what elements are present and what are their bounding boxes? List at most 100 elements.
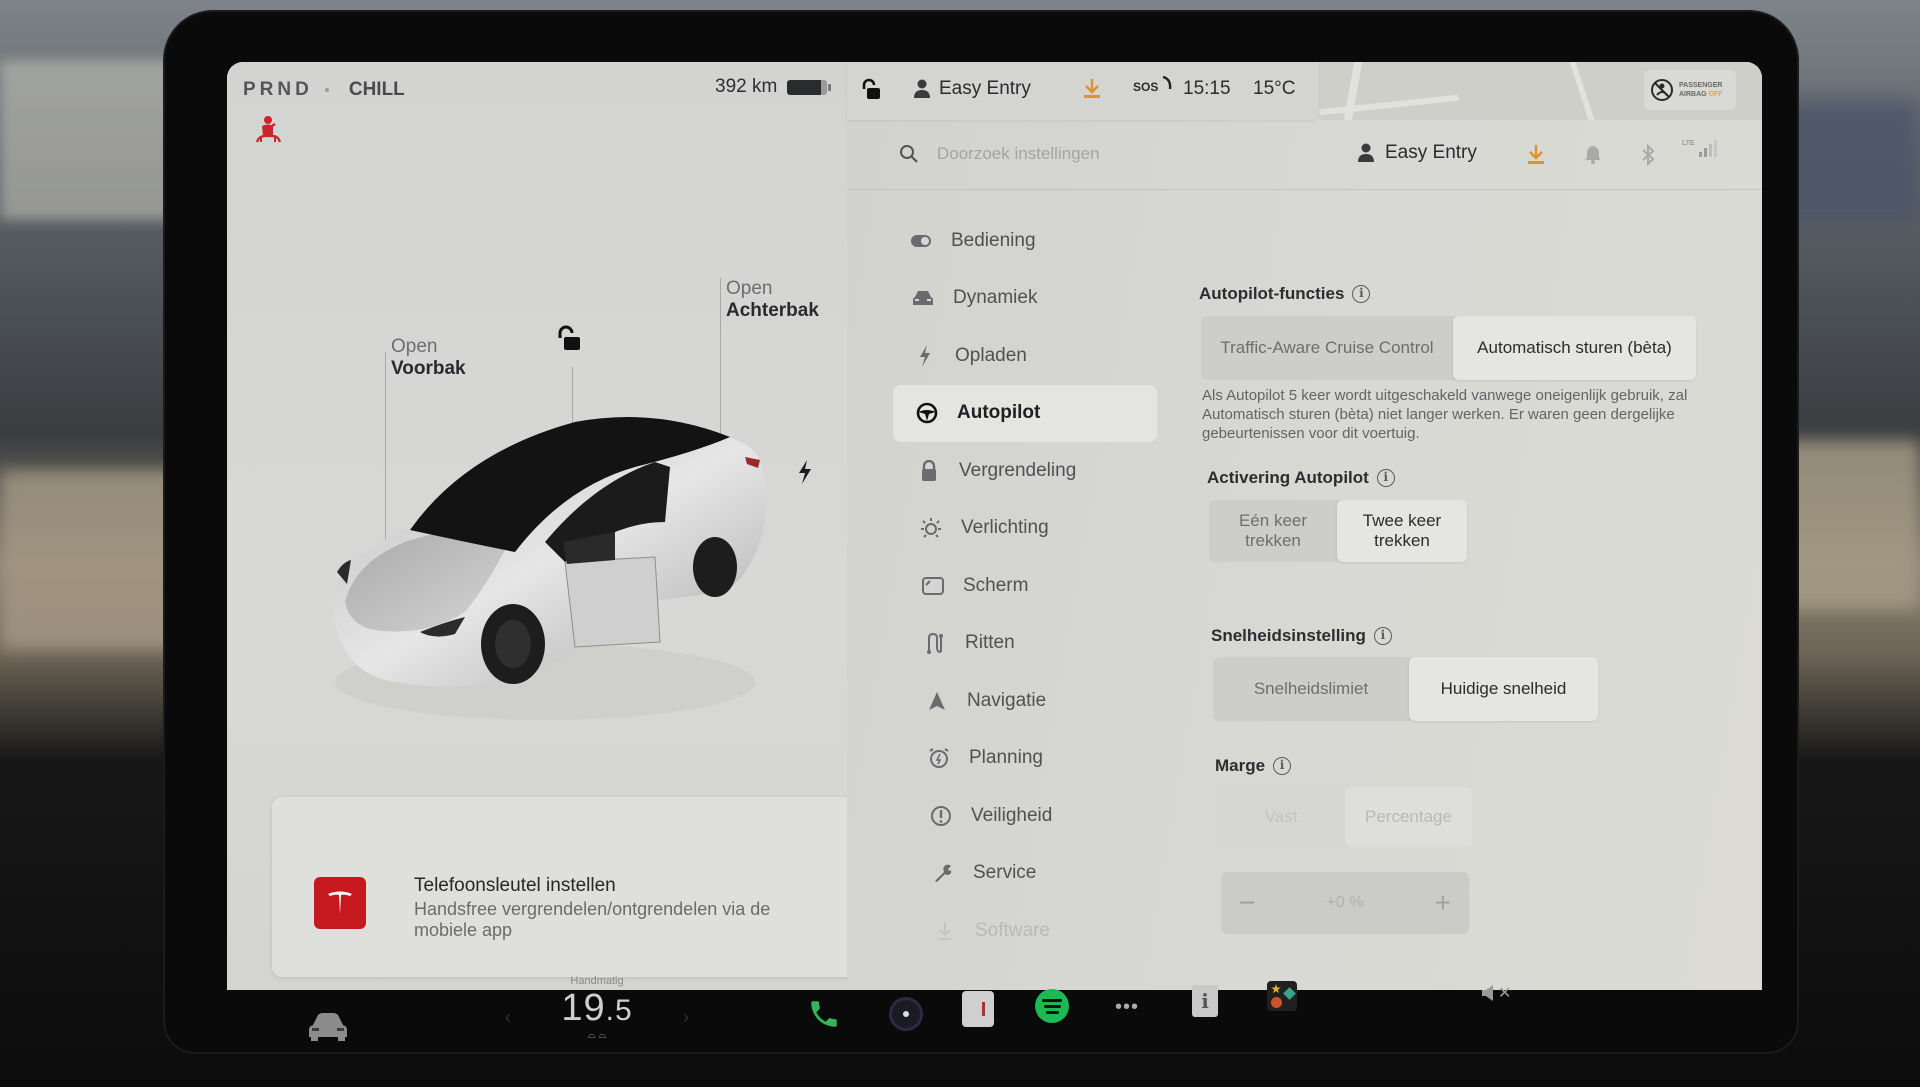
background-dashboard-left [0,470,180,650]
temp-increase-button[interactable]: › [683,1007,689,1028]
settings-header: Easy Entry LTE [847,120,1762,190]
toybox-icon[interactable] [1267,981,1297,1011]
mute-x: ✕ [1498,985,1512,1002]
menu-item-veiligheid[interactable]: Veiligheid [907,787,1157,845]
frunk-label: Voorbak [391,358,466,379]
search-icon [900,145,918,163]
alert-circle-icon [929,804,953,828]
tesla-logo-icon [314,877,366,929]
menu-item-navigatie[interactable]: Navigatie [903,672,1157,730]
profile-name: Easy Entry [939,78,1031,99]
option-traffic-aware-cruise-control[interactable]: Traffic-Aware Cruise Control [1201,316,1453,380]
menu-item-bediening[interactable]: Bediening [887,212,1157,270]
decrement-button[interactable]: − [1239,887,1255,919]
owners-manual-icon[interactable]: i [1192,985,1218,1017]
battery-icon [787,79,832,95]
range-indicator[interactable]: 392 km [715,76,832,98]
sos-button[interactable]: SOS [1133,76,1172,94]
volume-muted-icon[interactable]: ✕ [1482,983,1511,1003]
charge-port-icon[interactable] [797,460,813,484]
airbag-line1: PASSENGER [1679,82,1723,89]
vehicle-illustration[interactable] [315,412,785,732]
menu-item-scherm[interactable]: Scherm [899,557,1157,615]
phone-app-icon[interactable] [807,997,841,1031]
airbag-state: OFF [1708,91,1723,98]
option-autosteer[interactable]: Automatisch sturen (bèta) [1453,316,1696,380]
info-icon[interactable]: i [1352,285,1371,303]
menu-item-service[interactable]: Service [909,845,1157,903]
option-double-pull[interactable]: Twee keer trekken [1337,500,1467,562]
airbag-off-icon [1651,79,1673,101]
section-title: Snelheidsinstelling [1211,626,1366,645]
spotify-app-icon[interactable] [1035,989,1069,1023]
signal-bar [1708,144,1712,157]
temp-decrease-button[interactable]: ‹ [505,1007,511,1028]
map-preview[interactable]: PASSENGER AIRBAG OFF [1319,62,1762,120]
speaker-icon [1482,985,1493,1001]
camera-app-icon[interactable] [889,997,923,1031]
menu-item-label: Navigatie [967,689,1047,711]
unlocked-icon[interactable] [554,324,582,354]
climate-control[interactable]: Handmatig 19.5 ⌓ ⌓ [527,975,667,1041]
steering-wheel-icon [915,401,939,425]
download-icon[interactable] [1527,144,1545,166]
menu-item-opladen[interactable]: Opladen [891,327,1157,385]
menu-item-label: Scherm [963,574,1029,596]
option-fixed[interactable]: Vast [1217,787,1345,847]
unlock-status-icon[interactable] [859,78,881,102]
menu-item-label: Planning [969,747,1043,769]
profile-status[interactable]: Easy Entry [913,78,1031,100]
more-apps-icon[interactable]: ••• [1112,993,1142,1021]
option-percentage[interactable]: Percentage [1345,787,1472,847]
software-update-icon[interactable] [1083,78,1101,100]
settings-search-input[interactable] [937,140,1257,168]
option-speed-limit[interactable]: Snelheidslimiet [1213,657,1409,721]
defrost-icons: ⌓ ⌓ [587,1030,607,1041]
lock-icon [917,459,941,483]
menu-item-dynamiek[interactable]: Dynamiek [889,270,1157,328]
energy-app-icon[interactable] [962,991,994,1027]
temp-whole: 19 [561,987,606,1029]
menu-item-planning[interactable]: Planning [905,730,1157,788]
bolt-icon [913,344,937,368]
sos-call-icon [1162,76,1172,90]
bluetooth-icon[interactable] [1641,144,1655,166]
menu-item-label: Bediening [951,229,1036,251]
menu-item-label: Ritten [965,632,1015,654]
option-single-pull[interactable]: Eén keer trekken [1209,500,1337,562]
airbag-line2: AIRBAG [1679,91,1707,98]
trunk-label: Achterbak [726,300,819,321]
car-icon[interactable] [307,1011,349,1041]
display-icon [921,574,945,598]
section-title: Autopilot-functies [1199,284,1345,303]
phone-key-card[interactable]: Telefoonsleutel instellen Handsfree verg… [272,797,857,977]
menu-item-ritten[interactable]: Ritten [901,615,1157,673]
menu-item-label: Verlichting [961,517,1049,539]
increment-button[interactable]: + [1435,887,1451,919]
profile-button[interactable]: Easy Entry [1357,142,1477,164]
person-icon [1358,143,1374,162]
menu-item-verlichting[interactable]: Verlichting [897,500,1157,558]
menu-item-software[interactable]: Software [911,902,1157,960]
option-current-speed[interactable]: Huidige snelheid [1409,657,1598,721]
sos-label: SOS [1133,80,1159,94]
menu-item-label: Dynamiek [953,287,1038,309]
clock: 15:15 [1183,78,1231,99]
background-window [0,60,175,220]
menu-item-label: Software [975,919,1050,941]
map-road [1569,62,1595,120]
settings-panel: PASSENGER AIRBAG OFF Easy Entry SOS 15:1… [847,62,1762,990]
menu-item-autopilot[interactable]: Autopilot [893,384,1157,442]
info-icon[interactable]: i [1373,627,1392,645]
info-icon[interactable]: i [1376,469,1395,487]
gear-selector[interactable]: PRND [243,79,313,101]
menu-item-vergrendeling[interactable]: Vergrendeling [895,442,1157,500]
navigation-icon [925,689,949,713]
open-frunk-button[interactable]: Open Voorbak [391,336,466,380]
notification-bell-icon[interactable] [1585,144,1601,164]
info-icon[interactable]: i [1273,757,1292,775]
spotify-wave [1043,1004,1061,1008]
profile-name: Easy Entry [1385,142,1477,163]
open-trunk-button[interactable]: Open Achterbak [726,278,819,322]
autopilot-features-heading: Autopilot-functies i [1199,284,1371,304]
